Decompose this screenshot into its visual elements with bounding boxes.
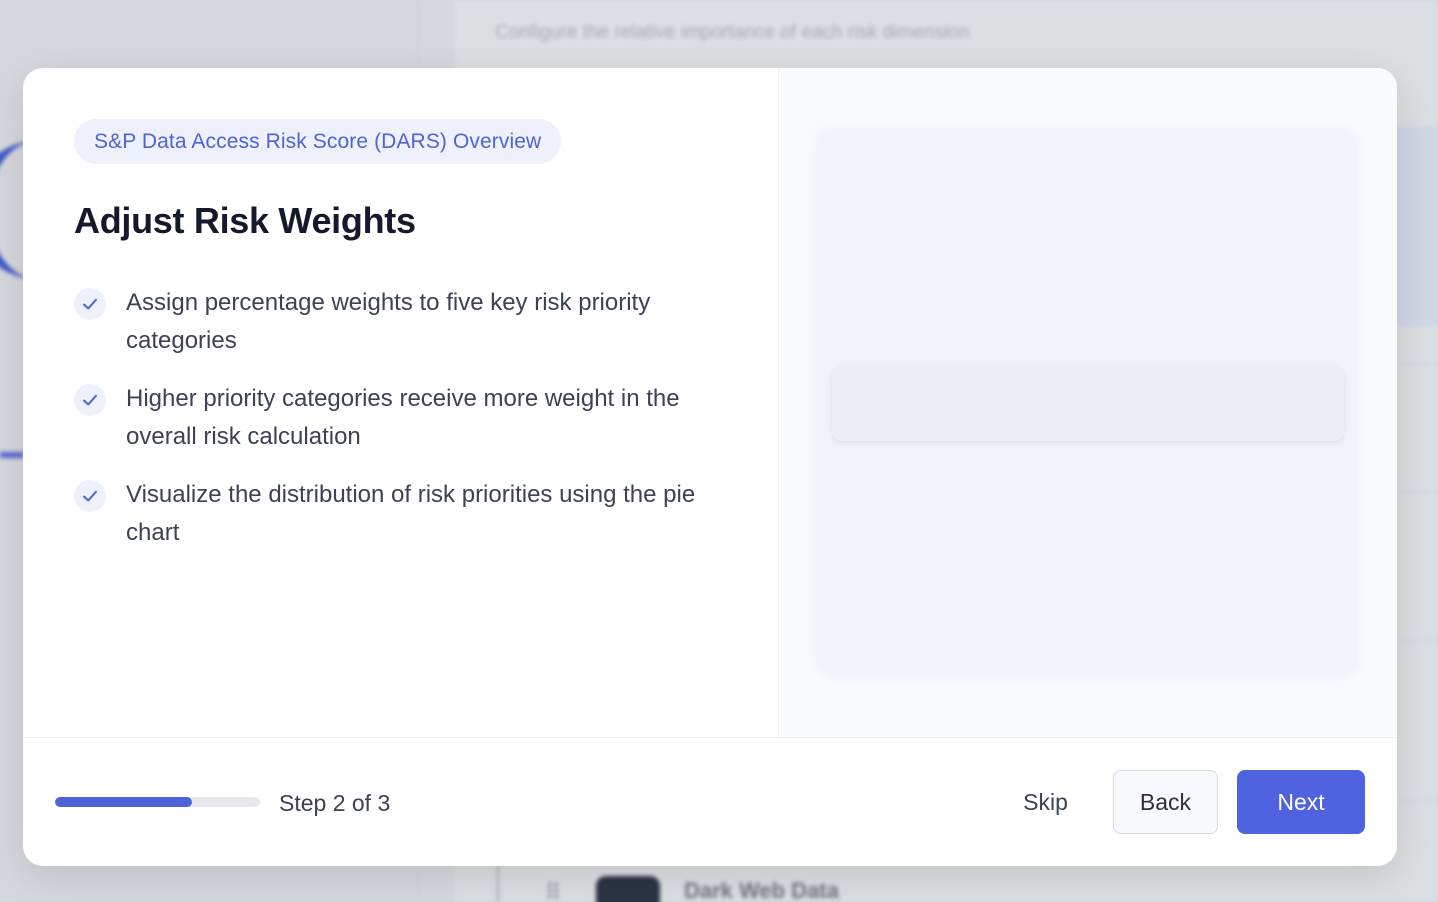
step-progress-fill — [55, 797, 192, 807]
onboarding-modal: S&P Data Access Risk Score (DARS) Overvi… — [23, 68, 1397, 866]
background-item-title: Dark Web Data — [684, 878, 839, 902]
modal-footer: Step 2 of 3 Skip Back Next — [23, 737, 1397, 866]
modal-body: S&P Data Access Risk Score (DARS) Overvi… — [23, 68, 1397, 737]
back-button[interactable]: Back — [1113, 770, 1218, 834]
check-icon — [74, 288, 106, 320]
feature-list-item: Visualize the distribution of risk prior… — [74, 476, 724, 552]
feature-list-item: Assign percentage weights to five key ri… — [74, 284, 724, 360]
drag-dots-icon: ⠿ — [545, 880, 562, 902]
preview-highlight-bar — [832, 364, 1344, 441]
step-label: Step 2 of 3 — [279, 790, 391, 816]
modal-title: Adjust Risk Weights — [74, 200, 416, 241]
feature-text: Assign percentage weights to five key ri… — [126, 289, 651, 354]
next-button[interactable]: Next — [1237, 770, 1365, 834]
feature-list: Assign percentage weights to five key ri… — [74, 284, 724, 552]
background-progress — [0, 452, 24, 458]
background-connector — [497, 860, 499, 902]
background-item-icon — [596, 876, 660, 902]
check-icon — [74, 384, 106, 416]
background-subtitle: Configure the relative importance of eac… — [495, 22, 970, 43]
feature-list-item: Higher priority categories receive more … — [74, 380, 724, 456]
feature-text: Visualize the distribution of risk prior… — [126, 481, 696, 546]
skip-button[interactable]: Skip — [998, 770, 1093, 834]
step-progress-bar — [55, 797, 260, 807]
feature-text: Higher priority categories receive more … — [126, 385, 680, 450]
modal-content-pane: S&P Data Access Risk Score (DARS) Overvi… — [23, 68, 779, 737]
check-icon — [74, 480, 106, 512]
tour-badge: S&P Data Access Risk Score (DARS) Overvi… — [74, 119, 562, 164]
preview-pane — [779, 68, 1397, 737]
